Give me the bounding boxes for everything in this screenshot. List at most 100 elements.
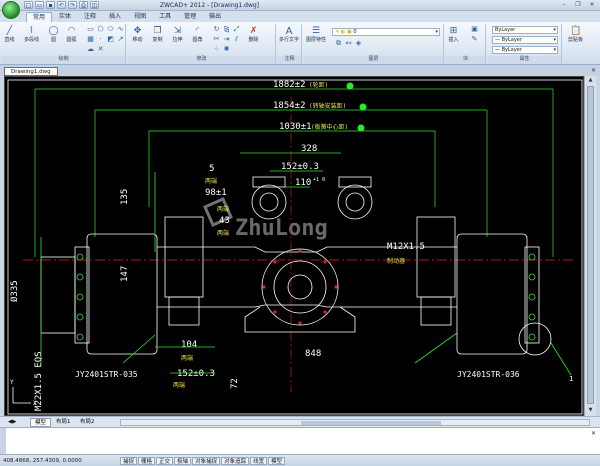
drawing-canvas[interactable]: ZhuLong 1882±2 (轮距) 1854±2 (转轴安装距) 1030±… <box>4 76 584 416</box>
line-button[interactable]: ╱ 直线 <box>4 26 15 43</box>
toggle-osnap[interactable]: 对象捕捉 <box>192 457 221 465</box>
revcloud-icon[interactable]: ☁ <box>86 45 95 53</box>
stretch-button[interactable]: ⇲ 拉伸 <box>172 26 183 43</box>
offset-icon[interactable]: ⫽ <box>232 35 241 43</box>
dim-marker-3 <box>357 124 365 132</box>
create-block-icon[interactable]: ▣ <box>470 25 479 33</box>
dim-152-bot: 152±0.3 <box>177 369 215 379</box>
maximize-button[interactable]: ❐ <box>572 1 584 9</box>
save-icon[interactable]: ▪ <box>46 1 55 9</box>
minimize-button[interactable]: – <box>558 1 570 9</box>
rotate-icon[interactable]: ↻ <box>212 25 221 33</box>
layer-properties-button[interactable]: ☰ 图层特性 <box>306 26 326 43</box>
polyline-button[interactable]: ⌇ 多段线 <box>24 26 39 43</box>
hscroll-thumb[interactable] <box>301 421 441 425</box>
open-icon[interactable]: ▭ <box>35 1 44 9</box>
tab-output[interactable]: 输出 <box>203 12 227 22</box>
tab-solid[interactable]: 实体 <box>53 12 77 22</box>
group-modify: ✥ 移动 ❐ 复制 ⇲ 拉伸 ◜ 圆角 ↻ ⧎ ⤢ ✂ ⇥ ⫽ ⁘ ✺ ✗ 删除… <box>128 24 276 63</box>
ellipse-icon[interactable]: ⬭ <box>106 25 115 33</box>
spline-icon[interactable]: ∿ <box>116 25 125 33</box>
dim-1854-note: (转轴安装距) <box>309 102 346 110</box>
ucs-icon: X Y <box>10 379 37 407</box>
point-icon[interactable]: · <box>96 35 105 43</box>
edit-block-icon[interactable]: ✎ <box>470 35 479 43</box>
command-line[interactable]: ✕ <box>0 427 600 455</box>
document-tab[interactable]: Drawing1.dwg <box>4 67 58 76</box>
toggle-lineweight[interactable]: 线宽 <box>250 457 268 465</box>
tab-layout1[interactable]: 布局1 <box>52 418 75 427</box>
dim-marker-1 <box>346 82 354 90</box>
tab-home[interactable]: 常用 <box>26 12 53 22</box>
horizontal-scrollbar[interactable] <box>120 419 590 426</box>
part-label-right: JY2401STR-036 <box>457 370 520 379</box>
vertical-scrollbar[interactable]: ▲ ▼ <box>584 76 596 416</box>
extend-icon[interactable]: ⇥ <box>222 35 231 43</box>
toggle-ortho[interactable]: 正交 <box>156 457 174 465</box>
xline-icon[interactable]: ✕ <box>96 45 105 53</box>
note-small-1: 两端 <box>205 177 217 185</box>
quick-access-toolbar: □ ▭ ▪ ↶ ↷ ⎙ ◫ <box>24 1 99 10</box>
app-logo-icon[interactable] <box>2 1 20 19</box>
tab-manage[interactable]: 管理 <box>178 12 202 22</box>
undo-icon[interactable]: ↶ <box>57 1 66 9</box>
mtext-button[interactable]: A 多行文字 <box>279 26 299 43</box>
dim-110: 110 <box>295 178 311 188</box>
scale-icon[interactable]: ⤢ <box>232 25 241 33</box>
color-combo[interactable]: ByLayer ▾ <box>492 26 558 34</box>
region-icon[interactable]: ◩ <box>106 35 115 43</box>
scroll-up-icon[interactable]: ▲ <box>586 77 595 85</box>
line-icon: ╱ <box>6 26 13 36</box>
preview-icon[interactable]: ◫ <box>90 1 99 9</box>
close-icon[interactable]: ✕ <box>591 67 596 74</box>
arc-button[interactable]: ◠ 圆弧 <box>66 26 77 43</box>
new-icon[interactable]: □ <box>24 1 33 9</box>
toggle-model[interactable]: 模型 <box>268 457 286 465</box>
clipboard-button[interactable]: 📋 剪贴板 <box>568 26 583 43</box>
layer-iso-icon[interactable]: ◈ <box>354 39 363 47</box>
tab-model[interactable]: 模型 <box>30 418 52 427</box>
tab-layout2[interactable]: 布局2 <box>76 418 99 427</box>
nav-arrows-icon[interactable]: ◀▶ <box>4 418 20 427</box>
scroll-thumb[interactable] <box>587 86 594 404</box>
explode-icon[interactable]: ✺ <box>222 45 231 53</box>
fillet-button[interactable]: ◜ 圆角 <box>192 26 203 43</box>
linetype-combo[interactable]: — ByLayer ▾ <box>492 36 558 44</box>
drawing-svg: ZhuLong 1882±2 (轮距) 1854±2 (转轴安装距) 1030±… <box>7 79 583 415</box>
lineweight-combo[interactable]: — ByLayer ▾ <box>492 46 558 54</box>
toggle-polar[interactable]: 极轴 <box>174 457 192 465</box>
ray-icon[interactable]: ↗ <box>116 35 125 43</box>
move-button[interactable]: ✥ 移动 <box>132 26 143 43</box>
layer-match-icon[interactable]: ⧉ <box>334 39 343 47</box>
erase-button[interactable]: ✗ 删除 <box>248 26 259 43</box>
command-line-grip[interactable] <box>0 428 6 455</box>
array-icon[interactable]: ⁘ <box>212 45 221 53</box>
trim-icon[interactable]: ✂ <box>212 35 221 43</box>
scroll-down-icon[interactable]: ▼ <box>586 407 595 415</box>
dim-328: 328 <box>301 144 317 154</box>
layer-combo[interactable]: ☀ ◐ ▣ 0 ▾ <box>332 28 440 36</box>
polygon-icon[interactable]: ⬠ <box>96 25 105 33</box>
toggle-snap[interactable]: 捕捉 <box>120 457 138 465</box>
toggle-grid[interactable]: 栅格 <box>138 457 156 465</box>
dim-1854: 1854±2 <box>273 101 306 111</box>
close-button[interactable]: ✕ <box>586 1 598 9</box>
tab-annotate[interactable]: 注释 <box>78 12 102 22</box>
layer-prev-icon[interactable]: ↤ <box>344 39 353 47</box>
circle-button[interactable]: ◯ 圆 <box>48 26 59 43</box>
balloon-1: 1 <box>569 375 573 383</box>
redo-icon[interactable]: ↷ <box>68 1 77 9</box>
hatch-icon[interactable]: ▦ <box>86 35 95 43</box>
print-icon[interactable]: ⎙ <box>79 1 88 9</box>
tab-view[interactable]: 视图 <box>128 12 152 22</box>
toggle-otrack[interactable]: 对象追踪 <box>221 457 250 465</box>
window-controls: – ❐ ✕ <box>558 1 598 9</box>
mirror-icon[interactable]: ⧎ <box>222 25 231 33</box>
rectangle-icon[interactable]: ▭ <box>86 25 95 33</box>
tab-tools[interactable]: 工具 <box>153 12 177 22</box>
tab-insert[interactable]: 插入 <box>103 12 127 22</box>
note-small-3: 两端 <box>217 229 229 237</box>
close-icon[interactable]: ✕ <box>591 430 596 437</box>
copy-button[interactable]: ❐ 复制 <box>152 26 163 43</box>
insert-block-button[interactable]: ⊞ 插入 <box>448 26 459 43</box>
